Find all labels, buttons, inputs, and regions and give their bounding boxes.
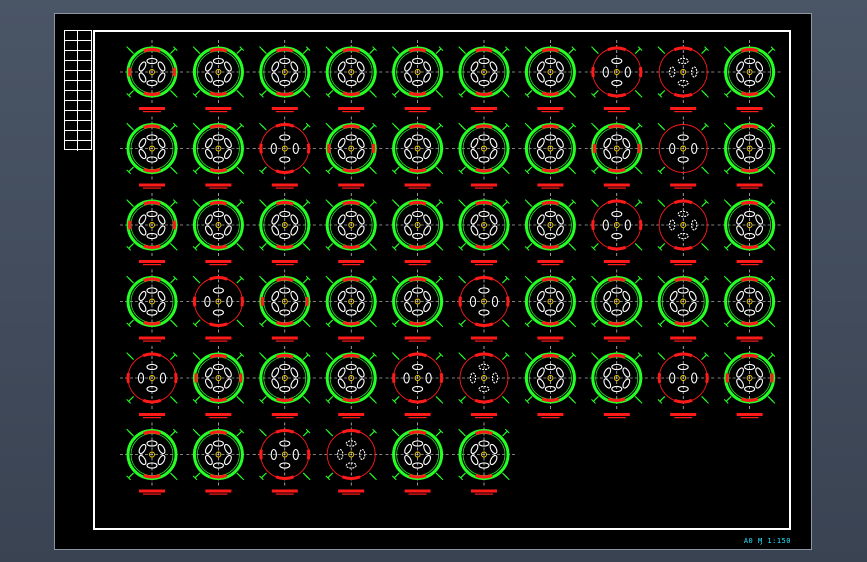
anchor-symbol — [651, 346, 716, 419]
anchor-symbol — [186, 40, 251, 113]
anchor-symbol — [452, 193, 516, 266]
anchor-symbol — [651, 269, 716, 342]
anchor-symbol — [385, 40, 450, 113]
anchor-layout-diagram — [120, 40, 782, 495]
anchor-symbol — [120, 269, 184, 342]
anchor-symbol — [518, 116, 583, 189]
anchor-symbol — [584, 346, 649, 419]
anchor-symbol — [186, 116, 251, 189]
anchor-symbol — [385, 422, 450, 495]
anchor-symbol — [252, 40, 317, 113]
anchor-symbol — [452, 422, 516, 495]
anchor-symbol — [717, 269, 782, 342]
anchor-symbol — [518, 346, 583, 419]
anchor-symbol — [452, 346, 516, 419]
anchor-symbol — [584, 193, 649, 266]
anchor-symbol — [717, 346, 782, 419]
anchor-symbol — [717, 116, 782, 189]
anchor-symbol — [385, 193, 450, 266]
anchor-symbol — [385, 269, 450, 342]
anchor-symbol — [584, 40, 649, 113]
anchor-symbol — [518, 269, 583, 342]
sheet-scale-label: A0 Ɱ 1:150 — [743, 537, 791, 545]
anchor-symbol — [319, 116, 384, 189]
anchor-symbol — [252, 422, 317, 495]
anchor-symbol — [452, 269, 516, 342]
anchor-symbol — [518, 193, 583, 266]
anchor-symbol — [651, 116, 716, 189]
anchor-symbol — [120, 193, 184, 266]
anchor-symbol — [186, 346, 251, 419]
drawing-sheet: A0 Ɱ 1:150 — [55, 14, 811, 549]
anchor-symbol — [651, 193, 716, 266]
anchor-symbol — [186, 269, 251, 342]
anchor-symbol — [584, 269, 649, 342]
anchor-symbol — [651, 40, 716, 113]
anchor-symbol — [252, 346, 317, 419]
anchor-symbol — [452, 40, 516, 113]
anchor-symbol — [518, 40, 583, 113]
anchor-symbol — [120, 116, 184, 189]
anchor-symbol — [452, 116, 516, 189]
anchor-symbol — [584, 116, 649, 189]
anchor-symbol — [252, 116, 317, 189]
anchor-symbol — [385, 346, 450, 419]
anchor-symbol — [252, 193, 317, 266]
anchor-symbol — [319, 346, 384, 419]
anchor-symbol — [319, 422, 384, 495]
anchor-symbol — [385, 116, 450, 189]
anchor-symbol — [120, 422, 184, 495]
anchor-symbol — [120, 346, 184, 419]
anchor-symbol — [319, 269, 384, 342]
anchor-symbol — [717, 40, 782, 113]
anchor-symbol — [186, 193, 251, 266]
anchor-symbol — [319, 40, 384, 113]
anchor-symbol — [252, 269, 317, 342]
anchor-symbol — [717, 193, 782, 266]
anchor-symbol — [319, 193, 384, 266]
anchor-symbol — [120, 40, 184, 113]
anchor-symbol — [186, 422, 251, 495]
